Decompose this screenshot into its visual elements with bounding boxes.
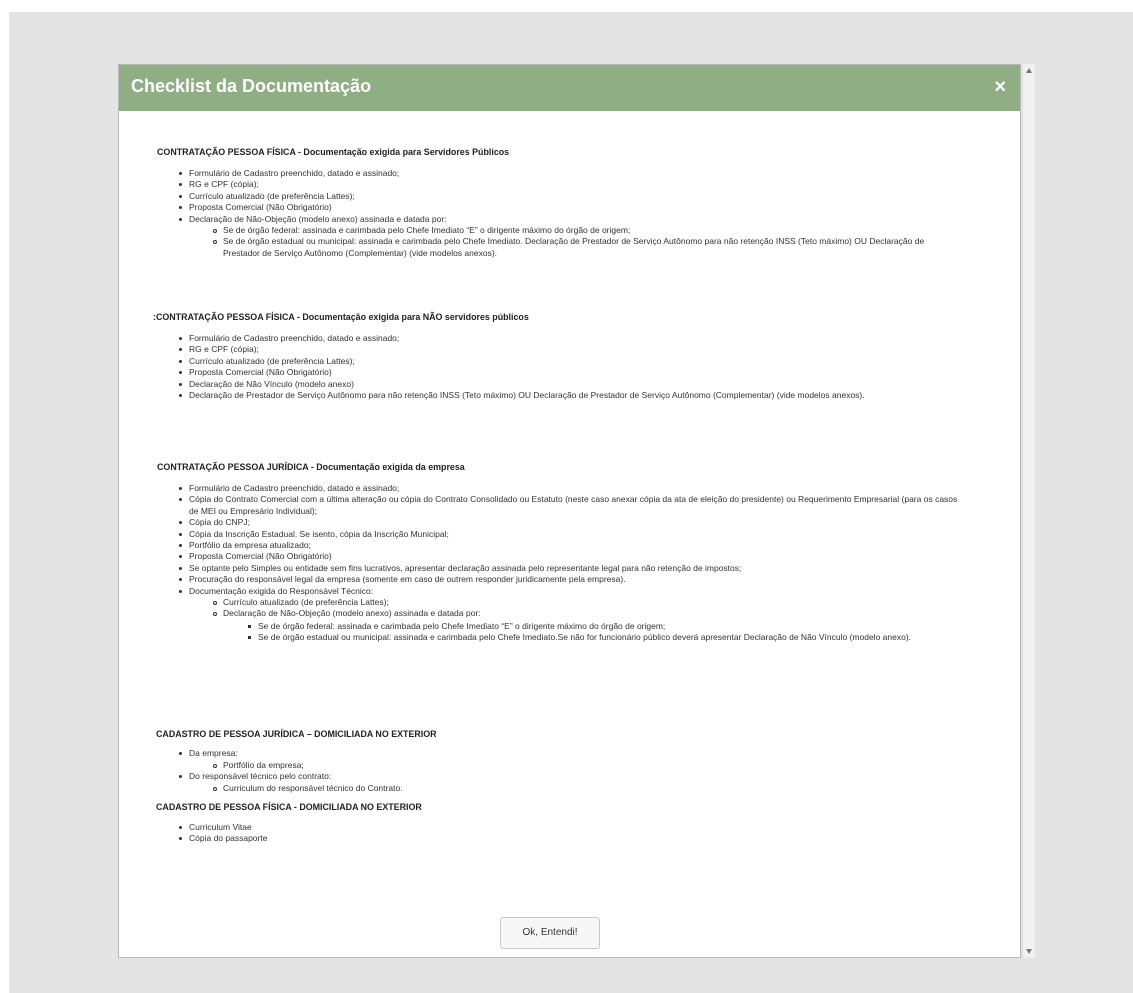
list-subitem: Se de órgão estadual ou municipal: assin… xyxy=(213,236,953,259)
modal-title: Checklist da Documentação xyxy=(131,76,372,96)
scroll-up-icon[interactable] xyxy=(1026,68,1032,73)
list-item: Se optante pelo Simples ou entidade sem … xyxy=(179,563,969,574)
section-sublist: Portfólio da empresa; xyxy=(213,760,923,771)
section-sublist: Currículo atualizado (de preferência Lat… xyxy=(213,597,953,620)
list-subitem: Portfólio da empresa; xyxy=(213,760,923,771)
section-title: :CONTRATAÇÃO PESSOA FÍSICA - Documentaçã… xyxy=(153,312,529,322)
list-item: Cópia do passaporte xyxy=(179,833,889,844)
list-item: Currículo atualizado (de preferência Lat… xyxy=(179,356,969,367)
ok-button[interactable]: Ok, Entendi! xyxy=(500,917,600,949)
list-item: Currículo atualizado (de preferência Lat… xyxy=(179,191,969,202)
section-list: Curriculum Vitae Cópia do passaporte xyxy=(179,822,889,845)
list-item: Formulário de Cadastro preenchido, datad… xyxy=(179,483,969,494)
list-item: Declaração de Prestador de Serviço Autôn… xyxy=(179,390,969,401)
section-title: CONTRATAÇÃO PESSOA FÍSICA - Documentação… xyxy=(157,147,510,157)
checklist-modal: Checklist da Documentação × CONTRATAÇÃO … xyxy=(118,64,1021,958)
list-item: Declaração de Não Vínculo (modelo anexo) xyxy=(179,379,969,390)
list-item: Formulário de Cadastro preenchido, datad… xyxy=(179,168,969,179)
list-item: Proposta Comercial (Não Obrigatório) xyxy=(179,551,969,562)
list-item: Do responsável técnico pelo contrato: xyxy=(179,771,889,782)
list-subitem: Declaração de Não-Objeção (modelo anexo)… xyxy=(213,608,953,619)
list-item: Documentação exigida do Responsável Técn… xyxy=(179,586,969,597)
list-item: Cópia da Inscrição Estadual. Se isento, … xyxy=(179,529,969,540)
list-item: Proposta Comercial (Não Obrigatório) xyxy=(179,202,969,213)
section-sublist: Curriculum do responsável técnico do Con… xyxy=(213,783,923,794)
list-subitem: Curriculum do responsável técnico do Con… xyxy=(213,783,923,794)
modal-header: Checklist da Documentação × xyxy=(119,65,1020,111)
list-item: Formulário de Cadastro preenchido, datad… xyxy=(179,333,969,344)
section-title: CONTRATAÇÃO PESSOA JURÍDICA - Documentaç… xyxy=(157,462,465,472)
list-subitem: Se de órgão federal: assinada e carimbad… xyxy=(213,225,953,236)
scroll-down-icon[interactable] xyxy=(1026,949,1032,954)
section-list: Da empresa: xyxy=(179,748,889,759)
list-item: Proposta Comercial (Não Obrigatório) xyxy=(179,367,969,378)
list-subitem: Currículo atualizado (de preferência Lat… xyxy=(213,597,953,608)
list-item: Cópia do Contrato Comercial com a última… xyxy=(179,494,969,517)
list-item: RG e CPF (cópia); xyxy=(179,179,969,190)
list-item: Curriculum Vitae xyxy=(179,822,889,833)
list-item: Procuração do responsável legal da empre… xyxy=(179,574,969,585)
section-title: CADASTRO DE PESSOA JURÍDICA – DOMICILIAD… xyxy=(156,729,437,739)
close-icon[interactable]: × xyxy=(994,77,1006,97)
section-list: Formulário de Cadastro preenchido, datad… xyxy=(179,333,969,401)
section-title: CADASTRO DE PESSOA FÍSICA - DOMICILIADA … xyxy=(156,802,422,812)
section-sublist: Se de órgão federal: assinada e carimbad… xyxy=(213,225,953,259)
section-list: Do responsável técnico pelo contrato: xyxy=(179,771,889,782)
list-item: Da empresa: xyxy=(179,748,889,759)
list-item: RG e CPF (cópia); xyxy=(179,344,969,355)
list-subsubitem: Se de órgão federal: assinada e carimbad… xyxy=(248,621,963,632)
section-subsublist: Se de órgão federal: assinada e carimbad… xyxy=(248,621,963,644)
section-list: Formulário de Cadastro preenchido, datad… xyxy=(179,168,969,225)
list-item: Cópia do CNPJ; xyxy=(179,517,969,528)
list-subsubitem: Se de órgão estadual ou municipal: assin… xyxy=(248,632,963,643)
list-item: Declaração de Não-Objeção (modelo anexo)… xyxy=(179,214,969,225)
section-list: Formulário de Cadastro preenchido, datad… xyxy=(179,483,969,597)
scrollbar[interactable] xyxy=(1022,64,1035,958)
scrollbar-thumb[interactable] xyxy=(1025,80,1033,940)
list-item: Portfólio da empresa atualizado; xyxy=(179,540,969,551)
